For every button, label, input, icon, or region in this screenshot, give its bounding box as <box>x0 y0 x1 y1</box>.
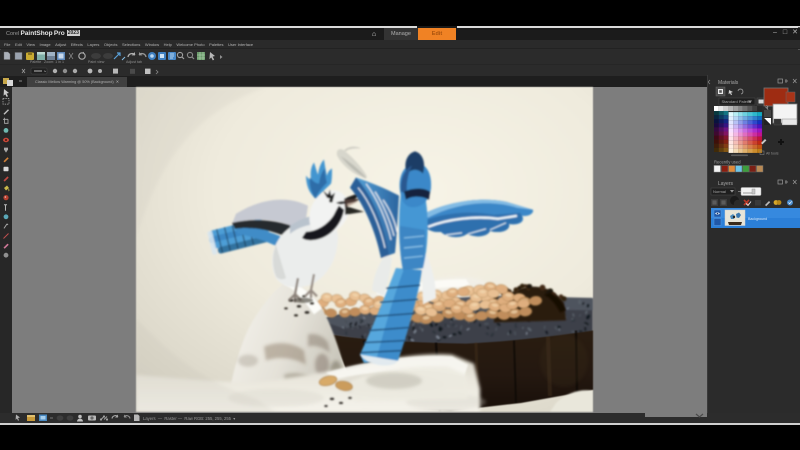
svg-text:Standard Palette: Standard Palette <box>722 99 753 104</box>
svg-text:All tools: All tools <box>766 151 779 155</box>
svg-text:Layers — Raster — Raw RGB:: Layers — Raster — Raw RGB: 255, 255, 255… <box>143 416 235 421</box>
svg-text:Recently used: Recently used <box>714 160 741 165</box>
svg-text:Background: Background <box>748 217 767 221</box>
svg-text:Materials: Materials <box>718 80 739 86</box>
svg-text:Layers: Layers <box>718 181 734 187</box>
svg-text:Normal: Normal <box>713 189 726 194</box>
